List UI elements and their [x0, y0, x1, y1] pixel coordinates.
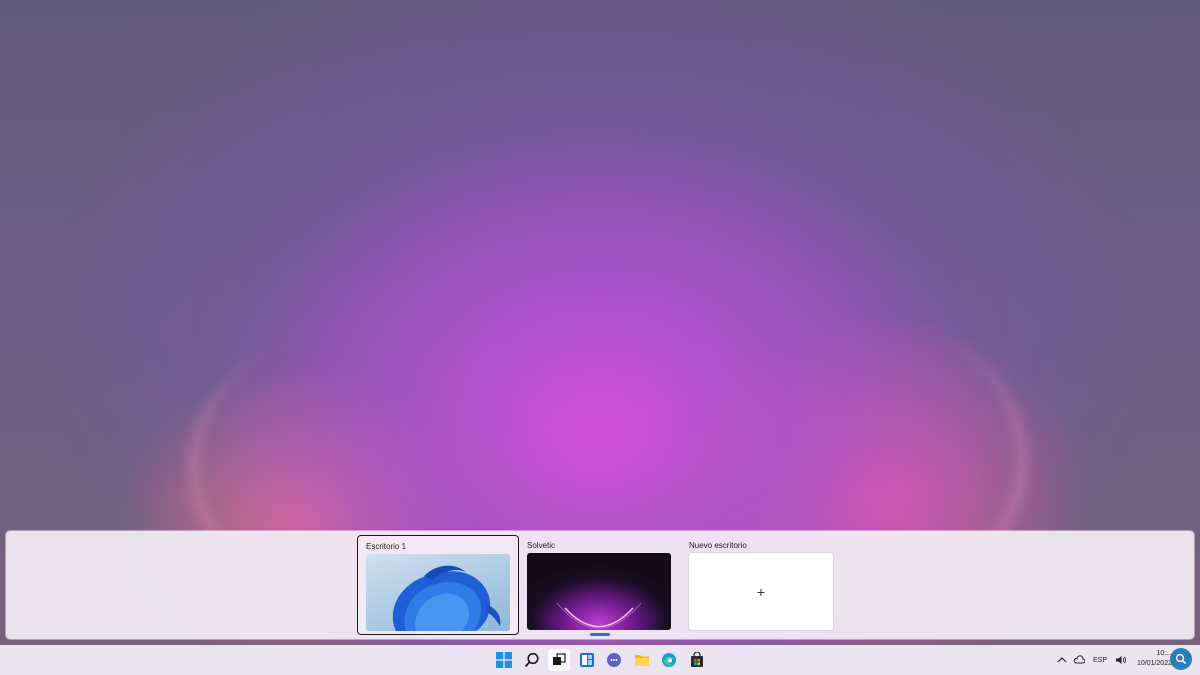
plus-icon: + — [756, 583, 766, 600]
taskbar-clock[interactable]: 10:... 10/01/2022 — [1137, 649, 1172, 669]
clock-time: 10:... — [1156, 650, 1172, 657]
search-icon[interactable] — [521, 649, 543, 671]
file-explorer-icon[interactable] — [631, 649, 653, 671]
edge-browser-icon[interactable] — [658, 649, 680, 671]
new-desktop-thumbnail[interactable]: + — [689, 553, 833, 630]
clock-date: 10/01/2022 — [1136, 660, 1172, 667]
desktop-card-solvetic[interactable]: Solvetic — [519, 535, 679, 633]
task-view-icon[interactable] — [548, 649, 570, 671]
language-indicator[interactable]: ESP — [1093, 645, 1107, 675]
windows-start-icon[interactable] — [493, 649, 515, 671]
tray-overflow-chevron-icon[interactable] — [1057, 645, 1067, 675]
current-desktop-indicator — [590, 633, 610, 636]
store-icon[interactable] — [686, 649, 708, 671]
notification-badge-icon[interactable] — [1170, 648, 1192, 670]
desktop-card-label: Nuevo escritorio — [689, 541, 747, 550]
taskbar: ESP 10:... 10/01/2022 — [0, 645, 1200, 675]
onedrive-cloud-icon[interactable] — [1073, 645, 1085, 675]
desktop-thumbnail-bloom — [366, 554, 510, 631]
desktop-card-escritorio-1[interactable]: Escritorio 1 — [357, 535, 519, 635]
widgets-icon[interactable] — [576, 649, 598, 671]
desktop-thumbnail-glow — [527, 553, 671, 630]
desktop-card-label: Solvetic — [527, 541, 556, 550]
desktop-card-label: Escritorio 1 — [366, 542, 407, 551]
chat-icon[interactable] — [603, 649, 625, 671]
virtual-desktop-switcher: Escritorio 1 Solvetic Nuevo escritorio + — [6, 531, 1194, 639]
new-desktop-card[interactable]: Nuevo escritorio + — [681, 535, 841, 633]
volume-icon[interactable] — [1115, 645, 1127, 675]
